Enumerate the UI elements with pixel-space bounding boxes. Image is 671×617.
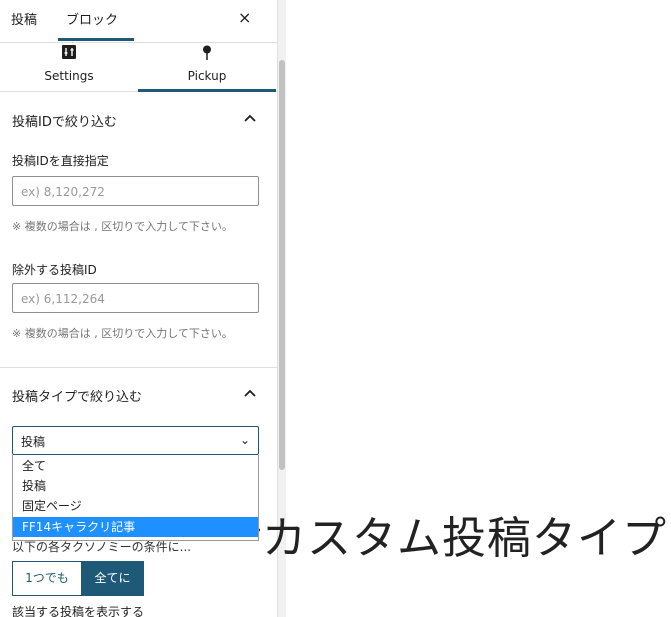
tab-block-underline: [58, 38, 134, 41]
chevron-up-icon: [243, 386, 257, 400]
match-all-button[interactable]: 全てに: [81, 561, 144, 596]
sidebar-tabs: 投稿 ブロック ×: [0, 0, 277, 43]
tab-settings-label: Settings: [44, 69, 94, 83]
tab-post[interactable]: 投稿: [11, 9, 37, 28]
direct-id-input[interactable]: ex) 8,120,272: [12, 176, 259, 206]
post-id-section-toggle[interactable]: 投稿IDで絞り込む: [12, 111, 257, 130]
option-all[interactable]: 全て: [13, 456, 258, 476]
tab-block[interactable]: ブロック: [66, 9, 118, 28]
post-type-dropdown: 全て 投稿 固定ページ FF14キャラクリ記事: [12, 455, 259, 541]
option-post[interactable]: 投稿: [13, 476, 258, 496]
tab-pickup-label: Pickup: [187, 69, 227, 83]
annotation-text: カスタム投稿タイプ: [262, 513, 667, 564]
match-any-button[interactable]: 1つでも: [12, 561, 82, 596]
direct-id-label: 投稿IDを直接指定: [12, 154, 109, 168]
direct-id-help: ※ 複数の場合は , 区切りで入力して下さい。: [12, 220, 233, 233]
post-id-section-title: 投稿IDで絞り込む: [12, 115, 117, 130]
block-settings-panel: 投稿 ブロック × Settings Pickup 投稿IDで絞り込む 投稿ID…: [0, 0, 278, 617]
exclude-id-input[interactable]: ex) 6,112,264: [12, 283, 259, 313]
tab-settings[interactable]: Settings: [0, 43, 138, 91]
option-page[interactable]: 固定ページ: [13, 496, 258, 516]
section-divider: [0, 367, 277, 368]
option-ff14-article[interactable]: FF14キャラクリ記事: [13, 517, 258, 537]
exclude-id-help: ※ 複数の場合は , 区切りで入力して下さい。: [12, 327, 233, 340]
post-type-select[interactable]: 投稿 ⌄: [12, 426, 259, 455]
post-type-section-title: 投稿タイプで絞り込む: [12, 390, 143, 405]
exclude-id-label: 除外する投稿ID: [12, 263, 97, 277]
sliders-icon: [0, 45, 138, 61]
post-type-section-toggle[interactable]: 投稿タイプで絞り込む: [12, 386, 257, 405]
chevron-up-icon: [243, 111, 257, 125]
chevron-down-icon: ⌄: [239, 433, 250, 447]
annotation: カスタム投稿タイプ: [204, 500, 669, 564]
block-inspector-tabs: Settings Pickup: [0, 43, 277, 92]
show-matching-posts-label: 該当する投稿を表示する: [12, 605, 145, 617]
pin-icon: [138, 45, 276, 61]
tab-pickup[interactable]: Pickup: [138, 43, 276, 92]
post-type-selected-value: 投稿: [21, 435, 46, 449]
close-button[interactable]: ×: [238, 8, 251, 27]
scrollbar-thumb[interactable]: [279, 60, 285, 470]
